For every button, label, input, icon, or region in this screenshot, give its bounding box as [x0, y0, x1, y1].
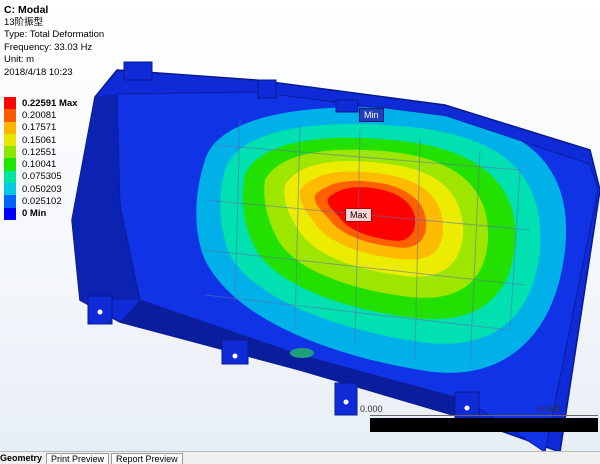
legend-swatch [4, 158, 16, 171]
legend-label: 0.025102 [22, 196, 62, 208]
result-info: C: Modal 13阶振型 Type: Total Deformation F… [4, 4, 104, 79]
legend-label: 0.075305 [22, 171, 62, 183]
legend-label: 0.22591 Max [22, 97, 78, 109]
legend-row: 0 Min [4, 207, 77, 220]
legend-swatch [4, 170, 16, 184]
legend-swatch [4, 97, 16, 110]
legend-swatch [4, 183, 16, 196]
legend-row: 0.10041 [4, 158, 77, 171]
min-probe-label[interactable]: Min [359, 108, 384, 122]
legend-swatch [4, 195, 16, 208]
legend-swatch [4, 146, 16, 159]
legend-row: 0.20081 [4, 109, 77, 122]
contour-legend[interactable]: 0.22591 Max 0.20081 0.17571 0.15061 0.12… [4, 97, 77, 220]
scale-min-label: 0.000 [360, 404, 383, 414]
mode-shape-label: 13阶振型 [4, 16, 44, 28]
legend-label: 0.12551 [22, 146, 57, 158]
analysis-title: C: Modal [4, 4, 49, 16]
scale-bar [370, 418, 598, 432]
unit: Unit: m [4, 54, 35, 65]
legend-swatch [4, 207, 16, 220]
geometry-label: Geometry [0, 453, 43, 463]
legend-label: 0.10041 [22, 159, 57, 171]
graphics-viewport[interactable]: C: Modal 13阶振型 Type: Total Deformation F… [0, 0, 600, 456]
result-type: Type: Total Deformation [4, 29, 105, 40]
timestamp: 2018/4/18 10:23 [4, 66, 73, 78]
legend-swatch [4, 121, 16, 134]
legend-row: 0.025102 [4, 195, 77, 208]
legend-label: 0.20081 [22, 109, 57, 121]
legend-row: 0.12551 [4, 146, 77, 159]
frequency: Frequency: 33.03 Hz [4, 41, 93, 53]
legend-row: 0.15061 [4, 133, 77, 147]
legend-label: 0 Min [22, 208, 47, 220]
legend-label: 0.17571 [22, 122, 57, 134]
legend-swatch [4, 109, 16, 122]
bottom-tab-strip: Geometry Print Preview Report Preview [0, 451, 600, 464]
max-probe-label[interactable]: Max [345, 208, 373, 222]
tab-print-preview[interactable]: Print Preview [46, 453, 110, 464]
legend-row: 0.22591 Max [4, 97, 78, 110]
legend-row: 0.075305 [4, 170, 77, 184]
legend-row: 0.17571 [4, 121, 77, 134]
legend-label: 0.050203 [22, 183, 62, 195]
legend-label: 0.15061 [22, 134, 57, 146]
tab-report-preview[interactable]: Report Preview [111, 453, 183, 464]
legend-swatch [4, 133, 16, 147]
scale-max-label: 0.300 [538, 404, 561, 414]
legend-row: 0.050203 [4, 183, 77, 196]
